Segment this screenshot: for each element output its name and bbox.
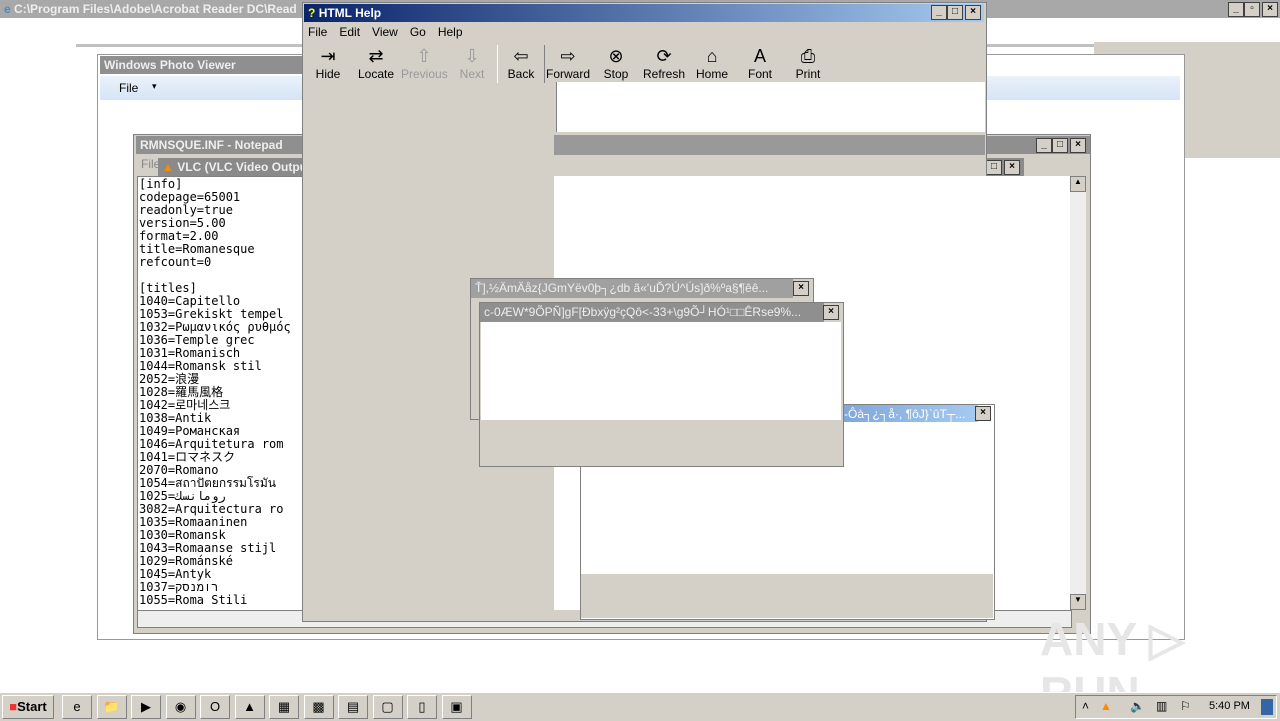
dialog-2-content [481, 322, 841, 420]
button-label: Print [795, 67, 821, 81]
menu-edit[interactable]: Edit [339, 25, 360, 39]
file-icon[interactable]: ▯ [407, 695, 437, 719]
notepad-title: RMNSQUE.INF - Notepad [140, 138, 283, 152]
windows-logo-icon: ■ [9, 699, 18, 714]
start-button[interactable]: ■Start [2, 695, 54, 719]
up-arrow-icon: ⇧ [416, 46, 432, 66]
previous-button[interactable]: ⇧ Previous [401, 45, 448, 81]
clock[interactable]: 5:40 PM [1209, 700, 1250, 712]
print-icon: ⎙ [800, 46, 816, 66]
app-icon[interactable]: ▢ [372, 695, 403, 719]
vlc-title: VLC (VLC Video Output) [177, 160, 315, 174]
help-bar [554, 135, 985, 155]
ie-title: C:\Program Files\Adobe\Acrobat Reader DC… [14, 2, 297, 16]
home-icon: ⌂ [706, 46, 718, 66]
button-label: Refresh [642, 67, 686, 81]
forward-arrow-icon: ⇨ [560, 46, 576, 66]
dialog-2-title: c-0ÆW*9ÕPÑ]gF[Ðbxÿg²çQô<-33+\g9Õ┘HÓ¹□□ÊR… [484, 305, 802, 319]
stop-button[interactable]: ⊗ Stop [593, 45, 639, 81]
dialog-3-titlebar[interactable]: -Ôà┐¿┐å·, ¶ôJ}`ûT┬... [840, 405, 978, 422]
help-close[interactable]: × [965, 5, 981, 20]
button-label: Stop [603, 67, 629, 81]
dialog-2-close[interactable]: × [823, 305, 839, 320]
chrome-icon[interactable]: ◉ [165, 695, 196, 719]
dialog-1-title: Ť],½ÄmÄåz{JGmYëv0þ┐¿db ã«'uĎ?Ú^Ús]ð%ºa§¶… [475, 281, 769, 295]
vlc-close[interactable]: × [1004, 160, 1020, 175]
font-button[interactable]: A Font [737, 45, 783, 81]
restore-button[interactable]: ▫ [1244, 2, 1260, 17]
button-label: Locate [357, 67, 395, 81]
help-content-pane [556, 82, 985, 132]
button-label: Home [695, 67, 728, 81]
stop-icon: ⊗ [608, 46, 624, 66]
volume-icon[interactable]: 🔈 [1130, 699, 1145, 713]
home-button[interactable]: ⌂ Home [689, 45, 735, 81]
flag-icon[interactable]: ⚐ [1180, 699, 1191, 713]
notepad-minimize[interactable]: _ [1036, 138, 1052, 153]
button-label: Next [459, 67, 485, 81]
down-arrow-icon: ⇩ [464, 46, 480, 66]
start-label: Start [17, 699, 47, 714]
network-icon[interactable]: ▥ [1156, 699, 1167, 713]
button-label: Hide [315, 67, 341, 81]
winrar-icon[interactable]: ▩ [303, 695, 334, 719]
ie-icon: e [4, 2, 11, 16]
button-label: Font [747, 67, 772, 81]
app-icon[interactable]: ▦ [269, 695, 299, 719]
media-player-icon[interactable]: ▶ [131, 695, 161, 719]
html-help-titlebar[interactable]: ? HTML Help [304, 4, 984, 22]
forward-button[interactable]: ⇨ Forward [545, 45, 591, 81]
chevron-up-icon[interactable]: ˄ [1082, 699, 1089, 713]
help-maximize[interactable]: □ [947, 5, 963, 20]
dialog-3-title: -Ôà┐¿┐å·, ¶ôJ}`ûT┬... [844, 407, 966, 421]
vlc-tray-icon[interactable]: ▲ [1100, 699, 1112, 713]
refresh-icon: ⟳ [656, 46, 672, 66]
notepad-close[interactable]: × [1070, 138, 1086, 153]
locate-button[interactable]: ⇄ Locate [353, 45, 399, 81]
vertical-scrollbar[interactable]: ▲ ▼ [1070, 176, 1086, 610]
ie-icon[interactable]: e [62, 695, 92, 719]
button-label: Forward [545, 67, 590, 81]
hide-button[interactable]: ⇥ Hide [305, 45, 351, 81]
dialog-3-footer [581, 574, 993, 618]
notepad-maximize[interactable]: □ [1052, 138, 1068, 153]
html-help-title: HTML Help [318, 6, 382, 20]
hide-icon: ⇥ [320, 46, 336, 66]
back-button[interactable]: ⇦ Back [497, 45, 545, 83]
opera-icon[interactable]: O [200, 695, 230, 719]
minimize-button[interactable]: _ [1228, 2, 1244, 17]
locate-icon: ⇄ [368, 46, 384, 66]
print-button[interactable]: ⎙ Print [785, 45, 831, 81]
next-button[interactable]: ⇩ Next [449, 45, 495, 81]
help-icon: ? [308, 6, 316, 20]
button-label: Back [507, 67, 535, 81]
vlc-cone-icon: ▲ [162, 160, 174, 174]
app-icon[interactable]: ▤ [338, 695, 368, 719]
font-icon: A [753, 46, 766, 66]
menu-file[interactable]: File [308, 25, 327, 39]
system-tray: ˄ ▲ 🔈 ▥ ⚐ 5:40 PM [1075, 695, 1277, 719]
help-menubar: File Edit View Go Help [308, 25, 475, 41]
help-minimize[interactable]: _ [931, 5, 947, 20]
explorer-icon[interactable]: 📁 [96, 695, 127, 719]
refresh-button[interactable]: ⟳ Refresh [641, 45, 687, 81]
dialog-2-titlebar[interactable]: c-0ÆW*9ÕPÑ]gF[Ðbxÿg²çQô<-33+\g9Õ┘HÓ¹□□ÊR… [480, 303, 824, 322]
vlc-maximize[interactable]: □ [986, 160, 1002, 175]
photo-file-menu[interactable]: File [119, 81, 138, 95]
back-arrow-icon: ⇦ [513, 46, 529, 66]
chevron-down-icon[interactable]: ▾ [152, 81, 157, 92]
show-desktop-button[interactable] [1261, 699, 1273, 715]
dialog-3-close[interactable]: × [975, 406, 991, 421]
app-icon[interactable]: ▣ [441, 695, 472, 719]
button-label: Previous [401, 67, 448, 81]
dialog-1-close[interactable]: × [793, 281, 809, 296]
close-button[interactable]: × [1262, 2, 1278, 17]
menu-help[interactable]: Help [438, 25, 463, 39]
app-icon[interactable]: ▲ [234, 695, 265, 719]
menu-view[interactable]: View [372, 25, 398, 39]
photo-viewer-title: Windows Photo Viewer [104, 58, 236, 72]
menu-go[interactable]: Go [410, 25, 426, 39]
dialog-1-titlebar[interactable]: Ť],½ÄmÄåz{JGmYëv0þ┐¿db ã«'uĎ?Ú^Ús]ð%ºa§¶… [471, 279, 793, 298]
photo-viewer-titlebar[interactable]: Windows Photo Viewer [100, 56, 304, 74]
